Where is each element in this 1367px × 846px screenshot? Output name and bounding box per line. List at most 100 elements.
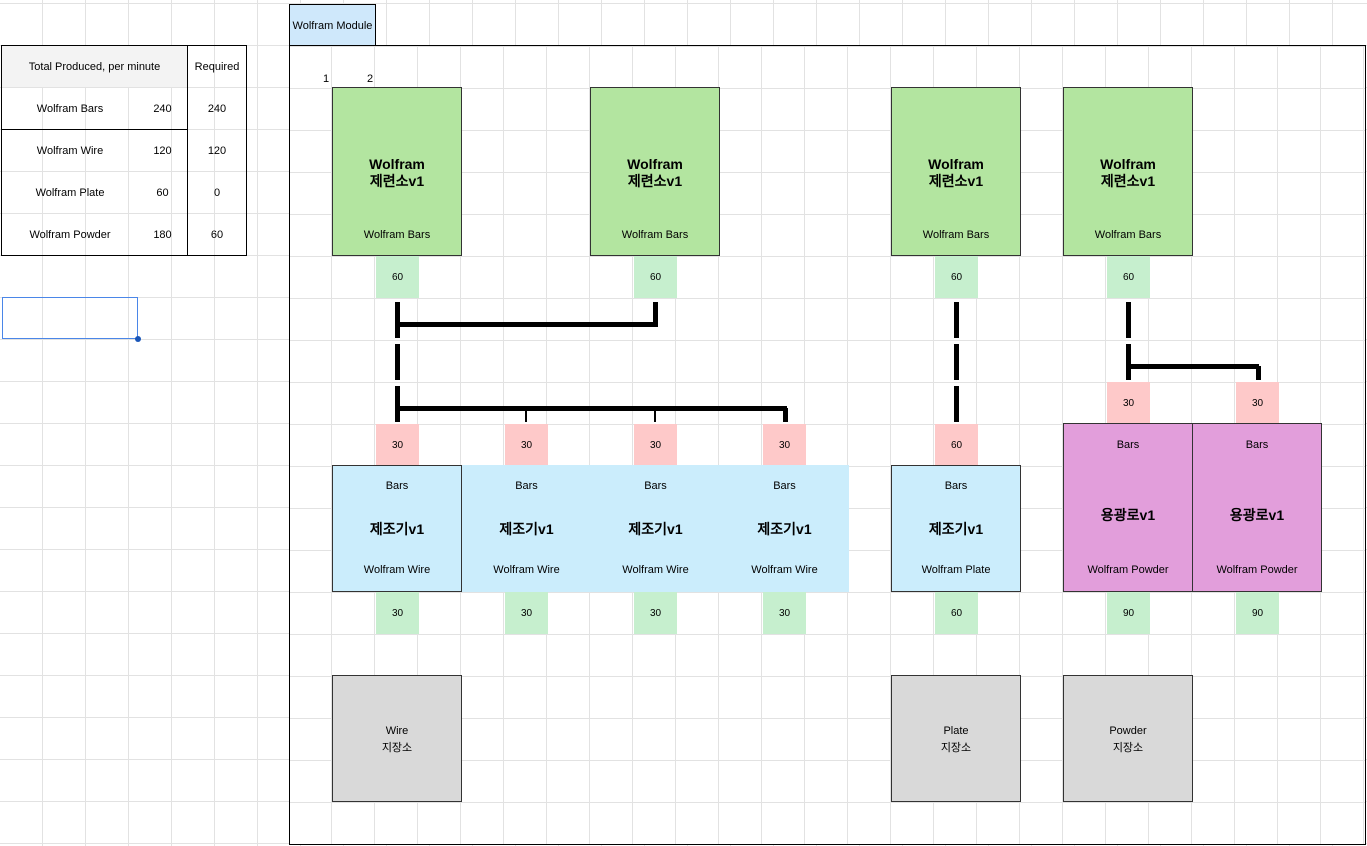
connector-line	[395, 344, 400, 380]
fabricator-output: Wolfram Wire	[751, 564, 818, 576]
smelter-title-line1: Wolfram	[627, 156, 683, 172]
connector-line	[525, 408, 527, 422]
connector-line	[395, 302, 400, 338]
row-name[interactable]: Wolfram Wire	[2, 130, 138, 171]
fabricator-box[interactable]: Bars 제조기v1 Wolfram Wire	[720, 465, 849, 592]
smelter-output: Wolfram Bars	[363, 229, 431, 241]
output-rate[interactable]: 60	[935, 592, 978, 634]
fabricator-input: Bars	[385, 480, 409, 492]
connector-line	[1128, 364, 1259, 369]
furnace-output: Wolfram Powder	[1087, 564, 1169, 576]
furnace-input: Bars	[1116, 439, 1140, 451]
fabricator-output: Wolfram Wire	[493, 564, 560, 576]
row-name[interactable]: Wolfram Powder	[2, 214, 138, 255]
input-rate[interactable]: 60	[935, 424, 978, 466]
smelter-box[interactable]: Wolfram 제련소v1 Wolfram Bars	[1063, 87, 1193, 256]
input-rate[interactable]: 30	[1236, 382, 1279, 424]
connector-line	[395, 386, 400, 422]
smelter-title-line2: 제련소v1	[369, 173, 425, 189]
storage-label: 지장소	[381, 742, 413, 754]
connector-line	[954, 344, 959, 380]
smelter-box[interactable]: Wolfram 제련소v1 Wolfram Bars	[590, 87, 720, 256]
fabricator-box[interactable]: Bars 제조기v1 Wolfram Wire	[332, 465, 462, 592]
input-rate[interactable]: 30	[763, 424, 806, 466]
smelter-title-line1: Wolfram	[1100, 156, 1156, 172]
output-rate[interactable]: 90	[1107, 592, 1150, 634]
input-rate[interactable]: 30	[505, 424, 548, 466]
smelter-title-line2: 제련소v1	[928, 173, 984, 189]
header-total-produced[interactable]: Total Produced, per minute	[2, 46, 187, 87]
row-required[interactable]: 0	[188, 172, 246, 213]
output-rate[interactable]: 30	[634, 592, 677, 634]
storage-item: Powder	[1109, 725, 1147, 737]
smelter-output: Wolfram Bars	[1094, 229, 1162, 241]
connector-line	[954, 302, 959, 338]
output-rate[interactable]: 90	[1236, 592, 1279, 634]
row-produced[interactable]: 60	[138, 172, 187, 213]
row-required[interactable]: 60	[188, 214, 246, 255]
smelter-title-line2: 제련소v1	[627, 173, 683, 189]
fabricator-title: 제조기v1	[757, 521, 812, 537]
input-rate[interactable]: 30	[634, 424, 677, 466]
storage-item: Wire	[385, 725, 409, 737]
output-rate[interactable]: 60	[634, 256, 677, 298]
fabricator-title: 제조기v1	[499, 521, 554, 537]
smelter-output: Wolfram Bars	[922, 229, 990, 241]
storage-box[interactable]: Wire 지장소	[332, 675, 462, 802]
module-tab[interactable]: Wolfram Module	[289, 4, 376, 46]
furnace-output: Wolfram Powder	[1216, 564, 1298, 576]
output-rate[interactable]: 60	[935, 256, 978, 298]
output-rate[interactable]: 30	[763, 592, 806, 634]
header-required[interactable]: Required	[188, 46, 246, 87]
storage-label: 지장소	[940, 742, 972, 754]
fabricator-input: Bars	[515, 480, 538, 492]
output-rate[interactable]: 30	[505, 592, 548, 634]
smelter-box[interactable]: Wolfram 제련소v1 Wolfram Bars	[332, 87, 462, 256]
connector-line	[398, 322, 656, 327]
smelter-box[interactable]: Wolfram 제련소v1 Wolfram Bars	[891, 87, 1021, 256]
fabricator-box[interactable]: Bars 제조기v1 Wolfram Plate	[891, 465, 1021, 592]
row-name[interactable]: Wolfram Bars	[2, 88, 138, 129]
storage-box[interactable]: Powder 지장소	[1063, 675, 1193, 802]
connector-line	[954, 386, 959, 422]
row-required[interactable]: 120	[188, 130, 246, 171]
connector-line	[1126, 302, 1131, 338]
connector-line	[1126, 344, 1131, 380]
row-produced[interactable]: 240	[138, 88, 187, 129]
connector-line	[398, 406, 787, 411]
input-rate[interactable]: 30	[376, 424, 419, 466]
fabricator-input: Bars	[944, 480, 968, 492]
smelter-output: Wolfram Bars	[621, 229, 689, 241]
furnace-input: Bars	[1245, 439, 1269, 451]
fabricator-box[interactable]: Bars 제조기v1 Wolfram Wire	[462, 465, 591, 592]
fabricator-input: Bars	[644, 480, 667, 492]
row-required[interactable]: 240	[188, 88, 246, 129]
connector-line	[783, 408, 788, 422]
storage-box[interactable]: Plate 지장소	[891, 675, 1021, 802]
fabricator-output: Wolfram Plate	[921, 564, 991, 576]
furnace-box[interactable]: Bars 용광로v1 Wolfram Powder	[1063, 423, 1193, 592]
fabricator-title: 제조기v1	[369, 521, 425, 537]
furnace-title: 용광로v1	[1229, 507, 1285, 523]
fabricator-input: Bars	[773, 480, 796, 492]
output-rate[interactable]: 30	[376, 592, 419, 634]
fabricator-title: 제조기v1	[628, 521, 683, 537]
selected-cell[interactable]	[2, 297, 138, 339]
col-label: 1	[323, 73, 330, 85]
smelter-title-line1: Wolfram	[928, 156, 984, 172]
fabricator-output: Wolfram Wire	[363, 564, 431, 576]
input-rate[interactable]: 30	[1107, 382, 1150, 424]
row-produced[interactable]: 120	[138, 130, 187, 171]
row-produced[interactable]: 180	[138, 214, 187, 255]
fabricator-output: Wolfram Wire	[622, 564, 689, 576]
storage-label: 지장소	[1112, 742, 1144, 754]
furnace-box[interactable]: Bars 용광로v1 Wolfram Powder	[1192, 423, 1322, 592]
output-rate[interactable]: 60	[376, 256, 419, 298]
fill-handle[interactable]	[135, 336, 141, 342]
fabricator-title: 제조기v1	[928, 521, 984, 537]
connector-line	[653, 302, 658, 327]
connector-line	[654, 408, 656, 422]
fabricator-box[interactable]: Bars 제조기v1 Wolfram Wire	[591, 465, 720, 592]
output-rate[interactable]: 60	[1107, 256, 1150, 298]
row-name[interactable]: Wolfram Plate	[2, 172, 138, 213]
